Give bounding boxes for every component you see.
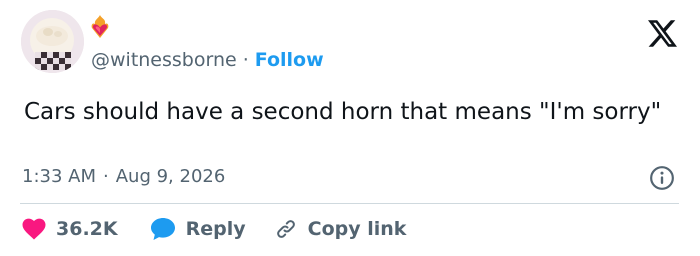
x-logo-icon[interactable] — [648, 20, 677, 47]
heart-icon — [22, 218, 46, 240]
like-button[interactable]: 36.2K — [22, 218, 118, 240]
reply-button[interactable]: Reply — [150, 217, 246, 241]
handle-separator: · — [242, 49, 249, 71]
reply-label: Reply — [185, 218, 246, 240]
info-icon[interactable] — [649, 165, 675, 191]
tweet-text: Cars should have a second horn that mean… — [24, 99, 662, 125]
follow-button[interactable]: Follow — [255, 49, 324, 71]
copy-link-label: Copy link — [307, 218, 407, 240]
flaming-heart-badge-icon — [91, 15, 109, 38]
avatar[interactable] — [21, 10, 84, 73]
tweet-time: 1:33 AM — [22, 166, 96, 187]
avatar-image — [21, 10, 84, 73]
handle-row: @witnessborne · Follow — [91, 48, 324, 72]
tweet-date: Aug 9, 2026 — [115, 166, 226, 187]
like-count: 36.2K — [56, 218, 118, 240]
copy-link-button[interactable]: Copy link — [274, 217, 407, 241]
link-icon — [276, 220, 295, 238]
timestamp-separator: · — [103, 166, 109, 187]
tweet-card: @witnessborne · Follow Cars should have … — [0, 0, 700, 256]
speech-bubble-icon — [150, 218, 175, 240]
action-bar: 36.2K Reply Copy link — [22, 214, 406, 244]
user-handle[interactable]: @witnessborne — [91, 49, 237, 71]
tweet-timestamp[interactable]: 1:33 AM · Aug 9, 2026 — [22, 166, 225, 187]
divider — [20, 203, 679, 204]
